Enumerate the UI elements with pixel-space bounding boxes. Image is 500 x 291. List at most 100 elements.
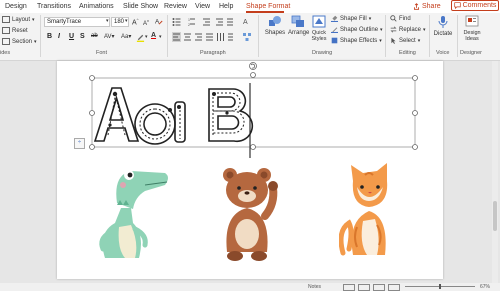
svg-text:2: 2 (188, 23, 190, 27)
design-ideas-button[interactable]: Design Ideas (459, 15, 485, 42)
shape-effects-label: Shape Effects (340, 37, 378, 44)
character-spacing-button[interactable]: AV▾ (104, 33, 115, 40)
zoom-slider-thumb[interactable] (439, 284, 441, 289)
find-label: Find (399, 15, 411, 22)
grow-font-button[interactable]: A^ (132, 17, 139, 26)
design-ideas-label: Design Ideas (463, 30, 481, 42)
font-color-dropdown-icon[interactable]: ▾ (159, 34, 162, 40)
tab-design[interactable]: Design (5, 3, 27, 10)
tab-animations[interactable]: Animations (79, 3, 114, 10)
dictate-label: Dictate (433, 31, 453, 37)
share-label: Share (422, 2, 441, 10)
shape-fill-label: Shape Fill (340, 15, 367, 22)
arrange-button[interactable]: Arrange (288, 15, 309, 36)
share-icon (413, 2, 420, 10)
slide-editing-area[interactable]: ÷ (0, 61, 500, 283)
shape-effects-icon (331, 37, 338, 44)
arrange-icon (291, 15, 304, 27)
reset-button[interactable]: Reset (2, 27, 28, 34)
quick-styles-button[interactable]: Quick Styles (309, 15, 329, 42)
microphone-icon (438, 16, 448, 28)
shapes-button[interactable]: Shapes (264, 15, 286, 36)
separator (167, 15, 168, 57)
highlighter-icon[interactable] (136, 33, 145, 42)
zoom-level[interactable]: 67% (480, 284, 490, 290)
font-name-dropdown-icon[interactable]: ▾ (106, 18, 109, 24)
tab-review[interactable]: Review (164, 3, 187, 10)
paint-bucket-icon (331, 15, 338, 22)
zoom-slider[interactable] (405, 284, 475, 289)
quick-styles-icon (312, 15, 326, 28)
cat-illustration (339, 163, 388, 256)
slide-sorter-icon[interactable] (358, 284, 370, 291)
dictate-button[interactable]: Dictate (432, 15, 454, 37)
separator (457, 15, 458, 57)
editing-group-label: Editing (399, 50, 416, 56)
font-name-field[interactable]: SmartyTrace (44, 17, 110, 27)
svg-text:A: A (243, 19, 248, 26)
select-button[interactable]: Select ▾ (390, 37, 420, 44)
crocodile-illustration (99, 170, 168, 258)
replace-icon (390, 26, 397, 33)
shrink-font-button[interactable]: Av (143, 18, 149, 27)
underline-button[interactable]: U (69, 33, 74, 40)
tab-transitions[interactable]: Transitions (37, 3, 71, 10)
separator (40, 15, 41, 57)
shape-effects-button[interactable]: Shape Effects ▾ (331, 37, 382, 44)
font-color-button[interactable]: A (151, 32, 156, 39)
bold-button[interactable]: B (47, 33, 52, 40)
layout-icon (2, 16, 10, 23)
vertical-scrollbar[interactable] (492, 61, 498, 283)
search-icon (390, 15, 397, 22)
designer-group-label: Designer (460, 50, 483, 56)
bear-illustration (223, 168, 278, 261)
letter-a-upper-outline (93, 87, 140, 142)
reading-view-icon[interactable] (373, 284, 385, 291)
shape-outline-button[interactable]: Shape Outline ▾ (331, 26, 383, 33)
strikethrough-button[interactable]: ab (91, 33, 98, 39)
share-button[interactable]: Share (413, 1, 441, 11)
normal-view-icon[interactable] (343, 284, 355, 291)
shadow-button[interactable]: S (80, 33, 85, 40)
tab-slide-show[interactable]: Slide Show (123, 3, 158, 10)
highlight-dropdown-icon[interactable]: ▾ (145, 34, 148, 40)
shape-fill-button[interactable]: Shape Fill ▾ (331, 15, 371, 22)
shapes-icon (269, 16, 281, 26)
separator (258, 15, 259, 57)
autofit-options-icon[interactable]: ÷ (74, 138, 85, 149)
find-button[interactable]: Find (390, 15, 411, 22)
italic-button[interactable]: I (58, 33, 60, 40)
font-group-label: Font (96, 50, 108, 56)
list-buttons-row[interactable]: 1 2 (172, 17, 234, 27)
reset-icon (2, 27, 10, 34)
tab-help[interactable]: Help (219, 3, 233, 10)
text-direction-icon[interactable]: A (242, 16, 252, 26)
font-size-value: 180 (114, 19, 125, 25)
pen-outline-icon (331, 27, 338, 33)
slides-group-label: ides (0, 50, 11, 56)
tab-shape-format[interactable]: Shape Format (246, 3, 290, 10)
section-button[interactable]: Section ▾ (2, 38, 37, 45)
smartart-icon[interactable] (242, 32, 252, 42)
slide[interactable] (57, 61, 443, 279)
shapes-label: Shapes (264, 30, 286, 36)
paragraph-group-label: Paragraph (200, 50, 226, 56)
ribbon-tab-bar: Design Transitions Animations Slide Show… (0, 0, 500, 13)
alignment-buttons-row[interactable] (172, 32, 234, 42)
font-size-dropdown-icon[interactable]: ▾ (125, 18, 128, 24)
tab-view[interactable]: View (195, 3, 210, 10)
design-ideas-icon (465, 15, 479, 27)
notes-button[interactable]: Notes (308, 284, 321, 290)
layout-button[interactable]: Layout ▾ (2, 16, 35, 23)
clear-formatting-icon[interactable]: A (155, 17, 163, 25)
replace-button[interactable]: Replace ▾ (390, 26, 426, 33)
font-name-value: SmartyTrace (47, 19, 82, 25)
ribbon: Layout ▾ Reset Section ▾ ides SmartyTrace … (0, 13, 500, 61)
change-case-button[interactable]: Aa▾ (121, 33, 131, 40)
slideshow-view-icon[interactable] (388, 284, 400, 291)
comments-button[interactable]: Comments (451, 0, 499, 11)
select-label: Select (399, 37, 416, 44)
scrollbar-thumb[interactable] (493, 201, 497, 231)
cursor-arrow-icon (391, 37, 396, 44)
status-bar: Notes 67% (0, 283, 500, 291)
